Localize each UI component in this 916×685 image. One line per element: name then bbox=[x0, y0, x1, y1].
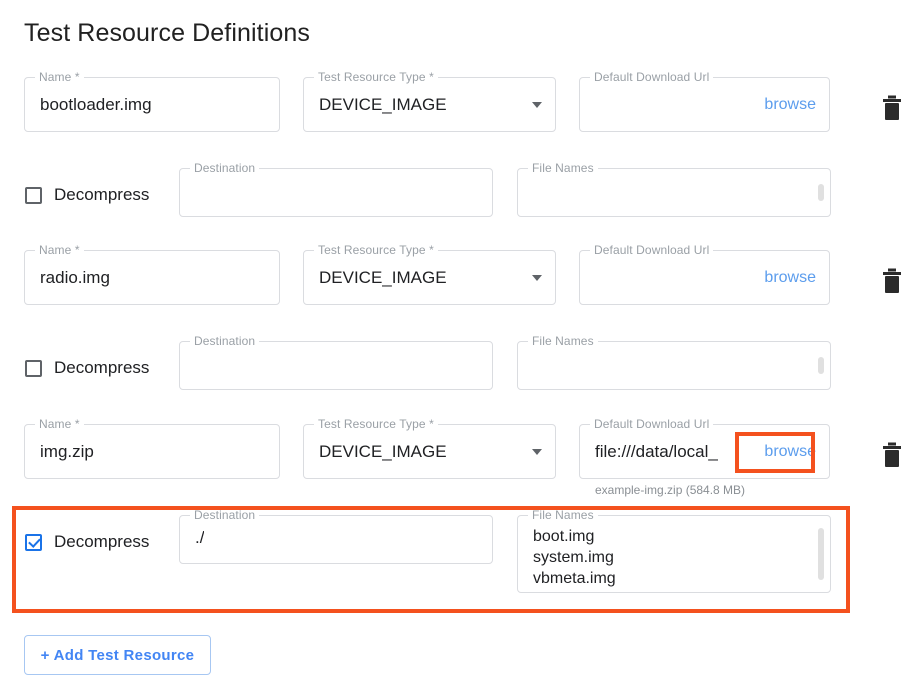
chevron-down-icon[interactable] bbox=[532, 275, 542, 281]
browse-button-0[interactable]: browse bbox=[764, 95, 816, 115]
name-field-0[interactable]: Name * bootloader.img bbox=[24, 77, 280, 132]
file-names-scrollbar-0[interactable] bbox=[818, 184, 824, 201]
decompress-checkbox-0[interactable] bbox=[25, 187, 42, 204]
destination-field-0[interactable]: Destination bbox=[179, 168, 493, 217]
decompress-checkbox-row-1[interactable]: Decompress bbox=[25, 357, 149, 379]
name-field-value: radio.img bbox=[40, 267, 110, 289]
file-names-field-label: File Names bbox=[528, 333, 598, 349]
decompress-checkbox-row-0[interactable]: Decompress bbox=[25, 184, 149, 206]
add-test-resource-button[interactable]: + Add Test Resource bbox=[24, 635, 211, 675]
delete-icon-2[interactable] bbox=[881, 442, 903, 468]
url-field-value: file:///data/local_ bbox=[595, 441, 718, 463]
destination-field-label: Destination bbox=[190, 333, 259, 349]
browse-button-2[interactable]: browse bbox=[764, 442, 816, 462]
page-title: Test Resource Definitions bbox=[24, 16, 310, 50]
decompress-label: Decompress bbox=[54, 184, 149, 206]
url-field-hint-2: example-img.zip (584.8 MB) bbox=[595, 482, 745, 498]
url-field-label: Default Download Url bbox=[590, 69, 713, 85]
file-names-field-label: File Names bbox=[528, 160, 598, 176]
chevron-down-icon[interactable] bbox=[532, 102, 542, 108]
destination-field-2[interactable]: Destination ./ bbox=[179, 515, 493, 564]
type-select-label: Test Resource Type * bbox=[314, 242, 438, 258]
decompress-checkbox-1[interactable] bbox=[25, 360, 42, 377]
type-select-value: DEVICE_IMAGE bbox=[319, 94, 447, 116]
type-select-label: Test Resource Type * bbox=[314, 69, 438, 85]
url-field-label: Default Download Url bbox=[590, 416, 713, 432]
delete-icon-1[interactable] bbox=[881, 268, 903, 294]
name-field-value: img.zip bbox=[40, 441, 94, 463]
list-item: boot.img bbox=[533, 526, 616, 547]
name-field-label: Name * bbox=[35, 242, 84, 258]
chevron-down-icon[interactable] bbox=[532, 449, 542, 455]
list-item: vbmeta.img bbox=[533, 568, 616, 589]
file-names-scrollbar-2[interactable] bbox=[818, 528, 824, 580]
file-names-field-0[interactable]: File Names bbox=[517, 168, 831, 217]
url-field-0[interactable]: Default Download Url browse bbox=[579, 77, 830, 132]
decompress-label: Decompress bbox=[54, 531, 149, 553]
decompress-checkbox-2[interactable] bbox=[25, 534, 42, 551]
type-select-value: DEVICE_IMAGE bbox=[319, 267, 447, 289]
decompress-label: Decompress bbox=[54, 357, 149, 379]
file-names-field-2[interactable]: File Names boot.img system.img vbmeta.im… bbox=[517, 515, 831, 593]
type-select-2[interactable]: Test Resource Type * DEVICE_IMAGE bbox=[303, 424, 556, 479]
type-select-value: DEVICE_IMAGE bbox=[319, 441, 447, 463]
delete-icon-0[interactable] bbox=[881, 95, 903, 121]
type-select-0[interactable]: Test Resource Type * DEVICE_IMAGE bbox=[303, 77, 556, 132]
name-field-value: bootloader.img bbox=[40, 94, 152, 116]
file-names-field-1[interactable]: File Names bbox=[517, 341, 831, 390]
url-field-2[interactable]: Default Download Url file:///data/local_… bbox=[579, 424, 830, 479]
name-field-2[interactable]: Name * img.zip bbox=[24, 424, 280, 479]
url-field-1[interactable]: Default Download Url browse bbox=[579, 250, 830, 305]
type-select-1[interactable]: Test Resource Type * DEVICE_IMAGE bbox=[303, 250, 556, 305]
file-names-list-2: boot.img system.img vbmeta.img bbox=[533, 526, 616, 589]
name-field-1[interactable]: Name * radio.img bbox=[24, 250, 280, 305]
file-names-field-label: File Names bbox=[528, 507, 598, 523]
type-select-label: Test Resource Type * bbox=[314, 416, 438, 432]
destination-field-label: Destination bbox=[190, 160, 259, 176]
destination-field-1[interactable]: Destination bbox=[179, 341, 493, 390]
destination-field-value: ./ bbox=[195, 527, 204, 549]
name-field-label: Name * bbox=[35, 69, 84, 85]
url-field-label: Default Download Url bbox=[590, 242, 713, 258]
decompress-checkbox-row-2[interactable]: Decompress bbox=[25, 531, 149, 553]
browse-button-1[interactable]: browse bbox=[764, 268, 816, 288]
destination-field-label: Destination bbox=[190, 507, 259, 523]
name-field-label: Name * bbox=[35, 416, 84, 432]
list-item: system.img bbox=[533, 547, 616, 568]
file-names-scrollbar-1[interactable] bbox=[818, 357, 824, 374]
